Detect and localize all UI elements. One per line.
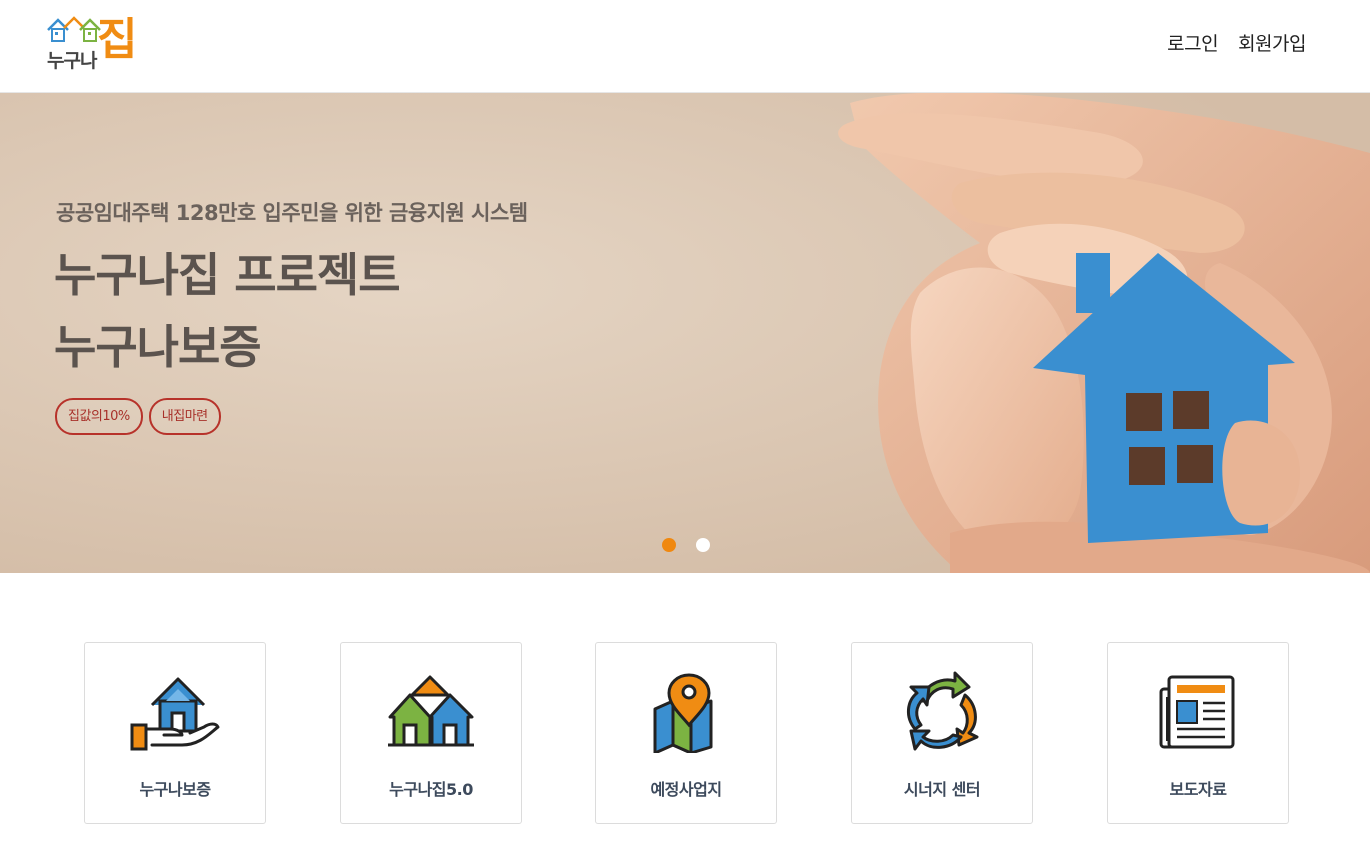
card-label: 누구나집5.0 [389, 780, 473, 799]
tag-home-price[interactable]: 집값의10% [55, 398, 143, 435]
header-nav: 로그인 회원가입 [1167, 29, 1306, 56]
card-planned-sites[interactable]: 예정사업지 [595, 642, 777, 824]
signup-link[interactable]: 회원가입 [1238, 29, 1306, 56]
slide-dot-2[interactable] [696, 538, 710, 552]
site-logo[interactable]: 누구나 집 [46, 16, 138, 72]
tag-own-home[interactable]: 내집마련 [148, 398, 221, 435]
hero-tags: 집값의10% 내집마련 [55, 398, 221, 435]
slide-dot-1[interactable] [662, 538, 676, 552]
card-press-release[interactable]: 보도자료 [1107, 642, 1289, 824]
recycle-arrows-icon [907, 671, 979, 751]
site-header: 누구나 집 로그인 회원가입 [0, 0, 1370, 93]
map-pin-icon [653, 673, 713, 753]
hero-banner: 공공임대주택 128만호 입주민을 위한 금융지원 시스템 누구나집 프로젝트 … [0, 93, 1370, 573]
login-link[interactable]: 로그인 [1167, 29, 1218, 56]
card-guarantee[interactable]: 누구나보증 [84, 642, 266, 824]
card-label: 예정사업지 [650, 780, 722, 799]
hero-title-secondary: 누구나보증 [54, 320, 262, 374]
card-label: 누구나보증 [139, 780, 211, 799]
card-label: 시너지 센터 [903, 780, 981, 799]
logo-houses-icon [47, 16, 101, 42]
card-synergy-center[interactable]: 시너지 센터 [851, 642, 1033, 824]
service-cards: 누구나보증 누구나집5.0 예정사업지 시너지 센터 보도자료 [84, 642, 1289, 824]
card-nugunajip[interactable]: 누구나집5.0 [340, 642, 522, 824]
card-label: 보도자료 [1169, 780, 1227, 799]
hero-subtitle: 공공임대주택 128만호 입주민을 위한 금융지원 시스템 [56, 201, 528, 225]
slider-pagination [662, 538, 710, 552]
houses-icon [388, 675, 474, 747]
hero-title: 누구나집 프로젝트 [54, 248, 401, 302]
newspaper-icon [1159, 675, 1235, 749]
hand-house-icon [130, 677, 220, 751]
logo-text: 누구나 [47, 50, 97, 72]
logo-text-accent: 집 [97, 14, 138, 65]
